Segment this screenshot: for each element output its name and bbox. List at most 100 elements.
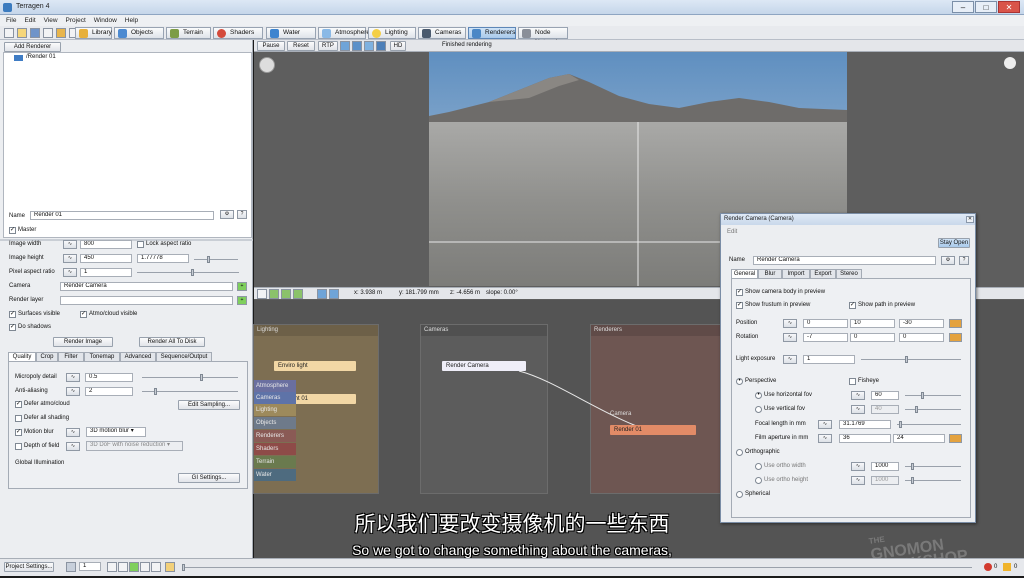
close-icon[interactable]: ✕ — [998, 1, 1020, 13]
next-frame-icon[interactable] — [140, 562, 150, 572]
horizontal-fov-input[interactable]: 60 — [871, 391, 899, 400]
ortho-height-input[interactable]: 1000 — [871, 476, 899, 485]
use-vertical-fov-radio[interactable] — [755, 406, 762, 413]
menu-file[interactable]: File — [6, 17, 16, 24]
motion-blur-link-icon[interactable]: ∿ — [66, 428, 80, 437]
project-settings-button[interactable]: Project Settings... — [4, 562, 54, 572]
height-link-icon[interactable]: ∿ — [63, 254, 77, 263]
rotation-picker-icon[interactable] — [949, 333, 962, 342]
menu-window[interactable]: Window — [94, 17, 117, 24]
frame-settings-icon[interactable] — [66, 562, 76, 572]
sidebar-lighting[interactable]: Lighting — [254, 404, 296, 416]
use-horizontal-fov-radio[interactable]: • — [755, 392, 762, 399]
ortho-height-slider[interactable] — [905, 477, 961, 484]
node-render-01[interactable]: Render 01 — [610, 425, 696, 435]
reset-button[interactable]: Reset — [287, 41, 315, 51]
gi-settings-button[interactable]: GI Settings... — [178, 473, 240, 483]
dof-select[interactable]: 3D DoF with noise reduction ▾ — [86, 441, 183, 451]
pixel-aspect-slider[interactable] — [137, 269, 239, 276]
hd-button[interactable]: HD — [390, 41, 406, 51]
aperture-picker-icon[interactable] — [949, 434, 962, 443]
tab-lighting[interactable]: Lighting — [368, 27, 416, 39]
image-width-input[interactable]: 800 — [80, 240, 132, 249]
sidebar-atmosphere[interactable]: Atmosphere — [254, 380, 296, 392]
last-frame-icon[interactable] — [151, 562, 161, 572]
sidebar-objects[interactable]: Objects — [254, 417, 296, 429]
render-all-to-disk-button[interactable]: Render All To Disk — [139, 337, 205, 347]
add-renderer-button[interactable]: Add Renderer — [4, 42, 61, 52]
position-x-input[interactable]: 0 — [803, 319, 848, 328]
width-link-icon[interactable]: ∿ — [63, 240, 77, 249]
tab-objects[interactable]: Objects — [114, 27, 164, 39]
sidebar-cameras[interactable]: Cameras — [254, 392, 296, 404]
motion-blur-select[interactable]: 3D motion blur ▾ — [86, 427, 146, 437]
dialog-close-icon[interactable]: ✕ — [966, 216, 974, 223]
position-z-input[interactable]: -30 — [899, 319, 944, 328]
aspect-slider[interactable] — [194, 256, 238, 263]
tab-node-network[interactable]: Node Network — [518, 27, 568, 46]
use-ortho-width-radio[interactable] — [755, 463, 762, 470]
focal-length-input[interactable]: 31.1769 — [839, 420, 891, 429]
ortho-width-link-icon[interactable]: ∿ — [851, 462, 865, 471]
sidebar-terrain[interactable]: Terrain — [254, 456, 296, 468]
dof-link-icon[interactable]: ∿ — [66, 442, 80, 451]
rotation-x-input[interactable]: -7 — [803, 333, 848, 342]
wireframe-icon[interactable] — [352, 41, 362, 51]
navigation-compass-icon[interactable] — [259, 57, 275, 73]
node-enviro-light[interactable]: Enviro light — [274, 361, 356, 371]
minimize-icon[interactable]: – — [952, 1, 974, 13]
save-as-icon[interactable] — [43, 28, 53, 38]
menu-project[interactable]: Project — [66, 17, 86, 24]
exposure-link-icon[interactable]: ∿ — [783, 355, 797, 364]
ortho-width-slider[interactable] — [905, 463, 961, 470]
motion-blur-checkbox[interactable]: ✓ — [15, 429, 22, 436]
micropoly-input[interactable]: 0.5 — [85, 373, 133, 382]
camera-lock-icon[interactable] — [281, 289, 291, 299]
do-shadows-checkbox[interactable]: ✓ — [9, 324, 16, 331]
aperture-height-input[interactable]: 24 — [893, 434, 945, 443]
position-picker-icon[interactable] — [949, 319, 962, 328]
tab-terrain[interactable]: Terrain — [166, 27, 211, 39]
show-path-checkbox[interactable]: ✓ — [849, 302, 856, 309]
add-render-layer-icon[interactable]: + — [237, 296, 247, 305]
first-frame-icon[interactable] — [107, 562, 117, 572]
tree-item-render01[interactable]: /Render 01 — [26, 54, 56, 60]
new-icon[interactable] — [4, 28, 14, 38]
v-fov-slider[interactable] — [905, 406, 961, 413]
focal-link-icon[interactable]: ∿ — [818, 420, 832, 429]
fisheye-checkbox[interactable] — [849, 378, 856, 385]
show-frustum-checkbox[interactable]: ✓ — [736, 302, 743, 309]
h-fov-slider[interactable] — [905, 392, 961, 399]
menu-edit[interactable]: Edit — [24, 17, 35, 24]
aperture-width-input[interactable]: 36 — [839, 434, 891, 443]
perspective-radio[interactable]: • — [736, 378, 743, 385]
render-image-button[interactable]: Render Image — [53, 337, 113, 347]
timeline-slider[interactable] — [182, 564, 972, 571]
edit-sampling-button[interactable]: Edit Sampling... — [178, 400, 240, 410]
reload-icon[interactable] — [56, 28, 66, 38]
sidebar-water[interactable]: Water — [254, 469, 296, 481]
grid-icon[interactable] — [269, 289, 279, 299]
light-exposure-slider[interactable] — [861, 356, 961, 363]
h-fov-link-icon[interactable]: ∿ — [851, 391, 865, 400]
save-icon[interactable] — [30, 28, 40, 38]
rotation-link-icon[interactable]: ∿ — [783, 333, 797, 342]
anti-aliasing-input[interactable]: 2 — [85, 387, 133, 396]
preview-mode-icon[interactable] — [340, 41, 350, 51]
current-frame-input[interactable]: 1 — [79, 562, 101, 571]
nav-icon[interactable] — [257, 289, 267, 299]
position-link-icon[interactable]: ∿ — [783, 319, 797, 328]
image-height-input[interactable]: 450 — [80, 254, 132, 263]
micropoly-link-icon[interactable]: ∿ — [66, 373, 80, 382]
tab-renderers[interactable]: Renderers — [468, 27, 516, 39]
dialog-name-input[interactable]: Render Camera — [753, 256, 936, 265]
aperture-link-icon[interactable]: ∿ — [818, 434, 832, 443]
defer-shading-checkbox[interactable] — [15, 415, 22, 422]
prev-frame-icon[interactable] — [118, 562, 128, 572]
pixel-aspect-link-icon[interactable]: ∿ — [63, 268, 77, 277]
select-icon[interactable] — [317, 289, 327, 299]
frame-icon[interactable] — [293, 289, 303, 299]
master-checkbox[interactable]: ✓ — [9, 227, 16, 234]
tab-shaders[interactable]: Shaders — [213, 27, 263, 39]
aa-link-icon[interactable]: ∿ — [66, 387, 80, 396]
